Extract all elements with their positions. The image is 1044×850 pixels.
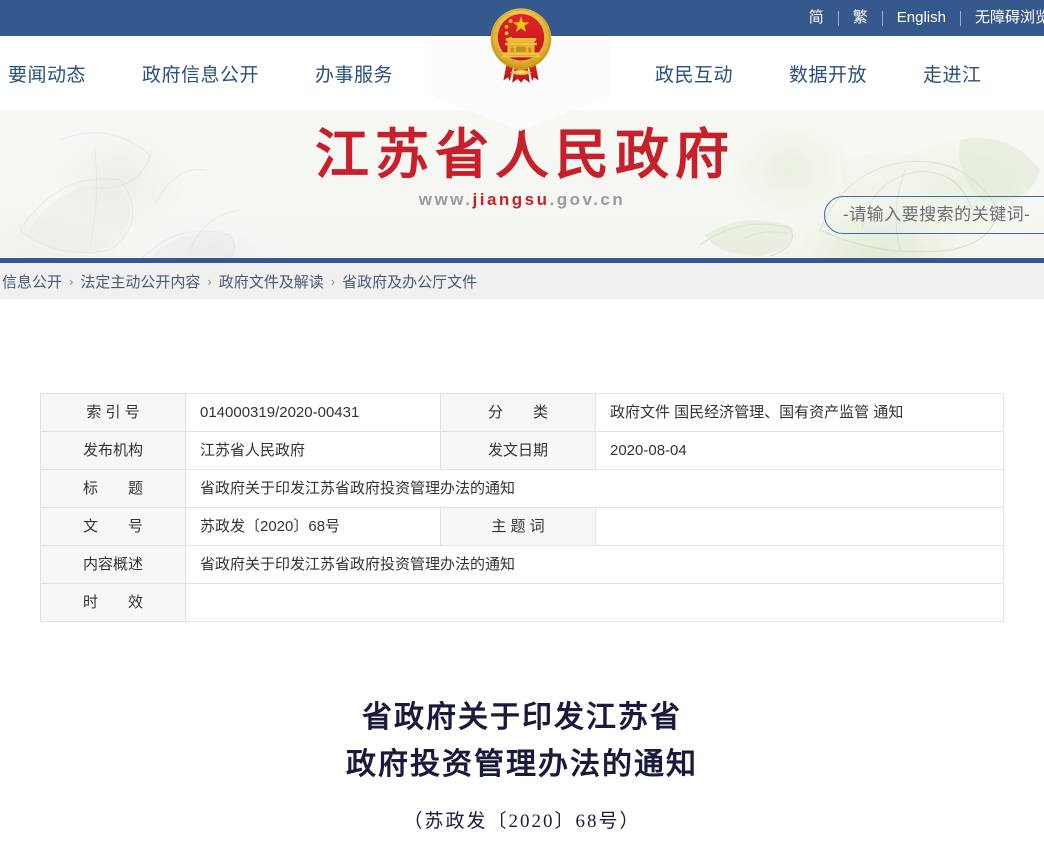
- breadcrumb-separator: ›: [207, 273, 212, 289]
- table-row: 时 效: [40, 583, 1004, 622]
- meta-value-issuing-agency: 江苏省人民政府: [185, 431, 441, 470]
- meta-value-title: 省政府关于印发江苏省政府投资管理办法的通知: [185, 469, 1004, 508]
- table-row: 内容概述 省政府关于印发江苏省政府投资管理办法的通知: [40, 545, 1004, 584]
- lang-traditional-link[interactable]: 繁: [839, 10, 882, 26]
- breadcrumb-separator: ›: [69, 273, 74, 289]
- table-row: 索 引 号 014000319/2020-00431 分 类 政府文件 国民经济…: [40, 393, 1004, 432]
- meta-label-subject-words: 主 题 词: [440, 507, 596, 546]
- breadcrumb-item-gov-documents[interactable]: 政府文件及解读: [219, 271, 324, 292]
- meta-label-document-number: 文 号: [40, 507, 186, 546]
- nav-right-group: 政民互动 数据开放 走进江: [605, 60, 1044, 87]
- page-content: 索 引 号 014000319/2020-00431 分 类 政府文件 国民经济…: [0, 393, 1044, 833]
- breadcrumb-item-info-disclosure[interactable]: 信息公开: [2, 271, 62, 292]
- meta-label-issuing-agency: 发布机构: [40, 431, 186, 470]
- breadcrumb-item-statutory-content[interactable]: 法定主动公开内容: [80, 271, 200, 292]
- document-heading: 省政府关于印发江苏省 政府投资管理办法的通知 （苏政发〔2020〕68号）: [40, 694, 1004, 833]
- site-banner: 江苏省人民政府 www.jiangsu.gov.cn: [0, 110, 1044, 258]
- nav-item-services[interactable]: 办事服务: [287, 60, 421, 87]
- meta-value-document-number: 苏政发〔2020〕68号: [185, 507, 441, 546]
- meta-value-summary: 省政府关于印发江苏省政府投资管理办法的通知: [185, 545, 1004, 584]
- table-row: 发布机构 江苏省人民政府 发文日期 2020-08-04: [40, 431, 1004, 470]
- site-url-highlight: jiangsu: [472, 190, 550, 209]
- national-emblem-icon: [481, 2, 561, 90]
- nav-item-open-data[interactable]: 数据开放: [761, 60, 895, 87]
- meta-label-category: 分 类: [440, 393, 596, 432]
- document-metadata-table: 索 引 号 014000319/2020-00431 分 类 政府文件 国民经济…: [40, 393, 1004, 622]
- search-input[interactable]: [843, 205, 1044, 225]
- meta-value-category: 政府文件 国民经济管理、国有资产监管 通知: [595, 393, 1004, 432]
- lang-english-link[interactable]: English: [883, 10, 960, 26]
- search-box[interactable]: [824, 196, 1044, 234]
- site-url-prefix: www.: [418, 190, 473, 209]
- meta-label-index-number: 索 引 号: [40, 393, 186, 432]
- site-title: 江苏省人民政府: [315, 123, 735, 186]
- document-title-line-1: 省政府关于印发江苏省: [362, 701, 682, 734]
- breadcrumb-item-provincial-documents[interactable]: 省政府及办公厅文件: [342, 271, 477, 292]
- site-url-suffix: .gov.cn: [549, 190, 626, 209]
- nav-item-about-jiangsu[interactable]: 走进江: [895, 60, 1010, 87]
- language-switcher: 简 繁 English 无障碍浏览: [795, 10, 1044, 26]
- meta-value-index-number: 014000319/2020-00431: [185, 393, 441, 432]
- meta-label-validity: 时 效: [40, 583, 186, 622]
- meta-label-summary: 内容概述: [40, 545, 186, 584]
- nav-item-news[interactable]: 要闻动态: [8, 60, 114, 87]
- document-title-line-2: 政府投资管理办法的通知: [346, 748, 698, 781]
- meta-value-subject-words: [595, 507, 1004, 546]
- nav-left-group: 要闻动态 政府信息公开 办事服务: [0, 60, 425, 87]
- meta-label-title: 标 题: [40, 469, 186, 508]
- table-row: 标 题 省政府关于印发江苏省政府投资管理办法的通知: [40, 469, 1004, 508]
- lang-simplified-link[interactable]: 简: [795, 10, 838, 26]
- meta-value-validity: [185, 583, 1004, 622]
- nav-item-interaction[interactable]: 政民互动: [627, 60, 761, 87]
- accessibility-link[interactable]: 无障碍浏览: [961, 10, 1044, 26]
- table-row: 文 号 苏政发〔2020〕68号 主 题 词: [40, 507, 1004, 546]
- nav-item-gov-info-disclosure[interactable]: 政府信息公开: [114, 60, 287, 87]
- breadcrumb-separator: ›: [330, 273, 336, 289]
- breadcrumb: 信息公开 › 法定主动公开内容 › 政府文件及解读 › 省政府及办公厅文件: [0, 263, 1044, 299]
- meta-label-issue-date: 发文日期: [440, 431, 596, 470]
- meta-value-issue-date: 2020-08-04: [595, 431, 1004, 470]
- document-number: （苏政发〔2020〕68号）: [403, 811, 641, 832]
